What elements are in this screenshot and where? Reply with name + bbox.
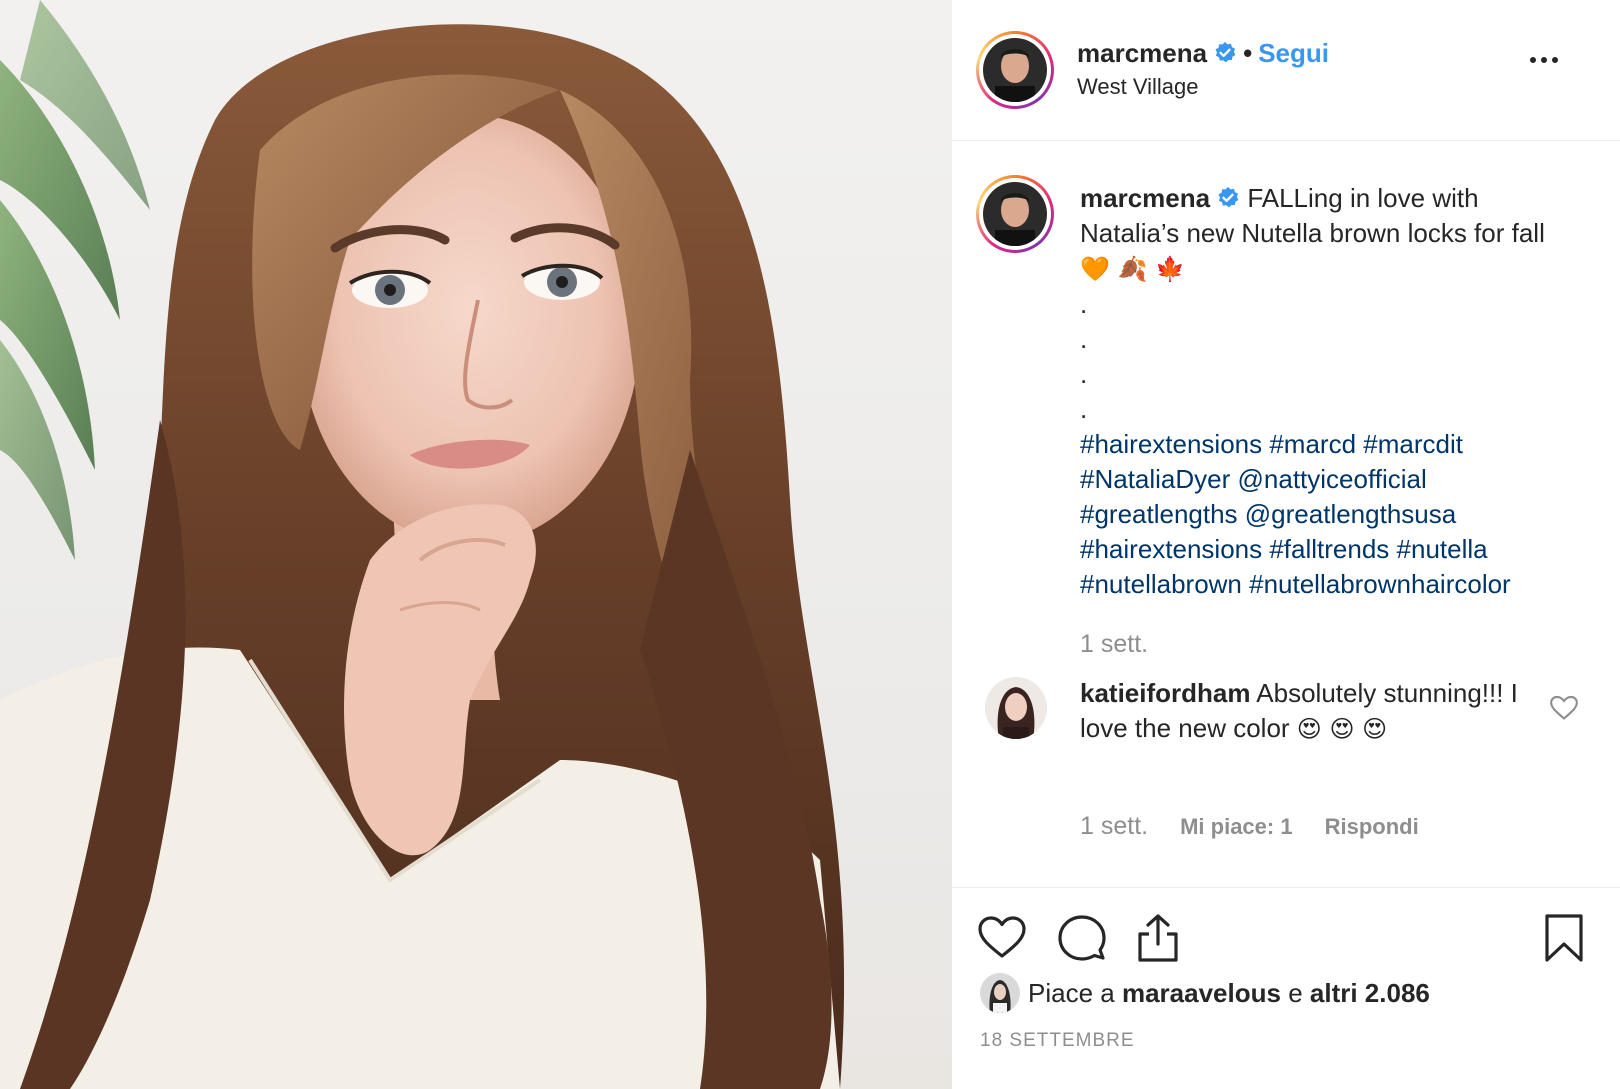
caption-dot: . bbox=[1080, 359, 1088, 389]
avatar-image bbox=[980, 973, 1020, 1013]
post-side-panel: marcmena • Segui West Village marcmena FAL… bbox=[952, 0, 1620, 1089]
caption-emojis: 🧡 🍂 🍁 bbox=[1080, 255, 1185, 283]
commenter-avatar[interactable] bbox=[985, 677, 1047, 739]
caption-author-avatar[interactable] bbox=[976, 175, 1054, 253]
liker-avatar[interactable] bbox=[980, 973, 1020, 1013]
post-photo[interactable] bbox=[0, 0, 952, 1089]
hashtags-line[interactable]: #greatlengths @greatlengthsusa bbox=[1080, 499, 1456, 529]
hashtags-line[interactable]: #NataliaDyer @nattyiceofficial bbox=[1080, 464, 1427, 494]
comment-meta: 1 sett. Mi piace: 1 Rispondi bbox=[1080, 812, 1419, 841]
comment-emojis: 😍 😍 😍 bbox=[1296, 715, 1388, 743]
caption-username[interactable]: marcmena bbox=[1080, 183, 1210, 213]
author-username[interactable]: marcmena bbox=[1077, 38, 1207, 68]
likes-summary: Piace a maraavelous e altri 2.086 bbox=[980, 973, 1430, 1013]
like-comment-heart-icon[interactable] bbox=[1550, 695, 1578, 721]
follow-button[interactable]: Segui bbox=[1258, 38, 1329, 68]
caption-dot: . bbox=[1080, 394, 1088, 424]
hashtags-line[interactable]: #hairextensions #marcd #marcdit bbox=[1080, 429, 1463, 459]
separator-dot: • bbox=[1243, 38, 1253, 68]
avatar-image bbox=[983, 182, 1047, 246]
comment-likes[interactable]: Mi piace: 1 bbox=[1180, 814, 1292, 840]
comment-timestamp[interactable]: 1 sett. bbox=[1080, 812, 1148, 841]
reply-button[interactable]: Rispondi bbox=[1325, 814, 1419, 840]
post-location[interactable]: West Village bbox=[1077, 74, 1198, 100]
comment-icon[interactable] bbox=[1056, 912, 1108, 964]
commenter-username[interactable]: katieifordham bbox=[1080, 678, 1251, 708]
comments-area: marcmena FALLing in love with Natalia’s … bbox=[952, 141, 1620, 889]
avatar-image bbox=[983, 38, 1047, 102]
hashtags-line[interactable]: #hairextensions #falltrends #nutella bbox=[1080, 534, 1488, 564]
share-icon[interactable] bbox=[1132, 912, 1184, 964]
post-header: marcmena • Segui West Village bbox=[952, 0, 1620, 141]
verified-badge-icon bbox=[1218, 187, 1239, 208]
likes-joiner: e bbox=[1288, 977, 1303, 1008]
verified-badge-icon bbox=[1215, 42, 1236, 63]
heart-icon[interactable] bbox=[976, 912, 1028, 964]
likes-count[interactable]: altri 2.086 bbox=[1310, 978, 1430, 1009]
comment: katieifordham Absolutely stunning!!! I l… bbox=[1080, 676, 1530, 747]
post-date[interactable]: 18 SETTEMBRE bbox=[980, 1030, 1135, 1052]
portrait-image bbox=[0, 0, 845, 1089]
hashtags-line[interactable]: #nutellabrown #nutellabrownhaircolor bbox=[1080, 569, 1511, 599]
header-name-row: marcmena • Segui bbox=[1077, 38, 1329, 69]
liker-username[interactable]: maraavelous bbox=[1122, 978, 1281, 1009]
caption-timestamp[interactable]: 1 sett. bbox=[1080, 630, 1148, 659]
avatar-image bbox=[985, 677, 1047, 739]
post-caption: marcmena FALLing in love with Natalia’s … bbox=[1080, 181, 1580, 602]
likes-prefix: Piace a bbox=[1028, 977, 1115, 1008]
author-avatar[interactable] bbox=[976, 31, 1054, 109]
bookmark-icon[interactable] bbox=[1538, 912, 1590, 964]
caption-dot: . bbox=[1080, 324, 1088, 354]
more-options-icon[interactable] bbox=[1530, 52, 1566, 68]
divider bbox=[952, 887, 1620, 888]
caption-dot: . bbox=[1080, 289, 1088, 319]
